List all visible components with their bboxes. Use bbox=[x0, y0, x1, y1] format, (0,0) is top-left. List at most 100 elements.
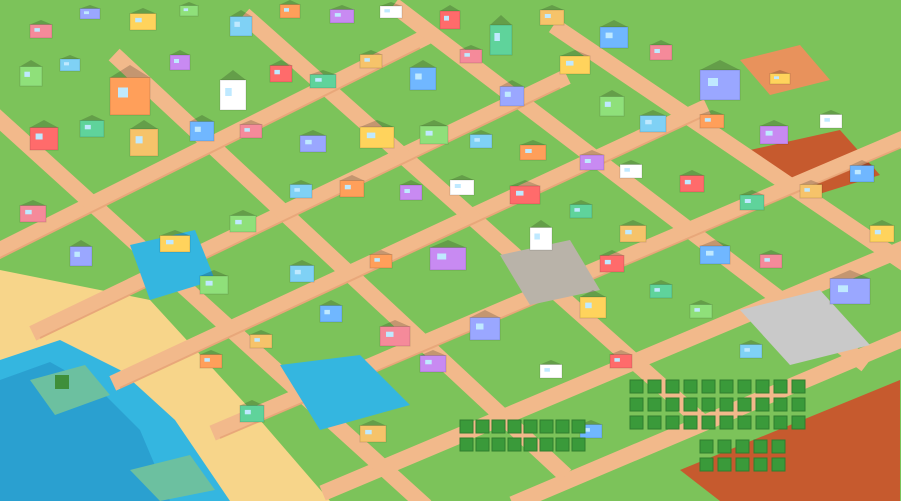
tree bbox=[773, 379, 788, 394]
building-body bbox=[169, 54, 191, 71]
tree bbox=[683, 415, 698, 430]
building-body bbox=[449, 179, 475, 196]
building-window bbox=[464, 53, 470, 57]
building-window bbox=[225, 88, 232, 96]
building-window bbox=[344, 184, 351, 190]
building-window bbox=[684, 179, 691, 185]
building-body bbox=[299, 135, 327, 153]
building-body bbox=[499, 86, 525, 107]
tree bbox=[475, 437, 490, 452]
tree bbox=[571, 419, 586, 434]
building-body bbox=[469, 317, 501, 341]
tree bbox=[523, 419, 538, 434]
building-window bbox=[294, 269, 301, 275]
tree bbox=[773, 397, 788, 412]
building-body bbox=[559, 55, 591, 75]
building-window bbox=[706, 250, 714, 256]
tree bbox=[771, 457, 786, 472]
tree bbox=[717, 439, 732, 454]
building-window bbox=[437, 253, 447, 260]
building-window bbox=[585, 302, 592, 309]
building-body bbox=[579, 154, 605, 171]
building-body bbox=[649, 284, 673, 299]
tree bbox=[791, 415, 806, 430]
game-viewport[interactable] bbox=[0, 0, 901, 501]
building-body bbox=[179, 5, 199, 17]
building-body bbox=[469, 134, 493, 149]
tree bbox=[735, 439, 750, 454]
tree bbox=[719, 379, 734, 394]
building-window bbox=[744, 199, 751, 203]
building-window bbox=[315, 78, 322, 82]
building-body bbox=[79, 120, 105, 138]
tree bbox=[737, 415, 752, 430]
building-body bbox=[739, 344, 763, 359]
building-body bbox=[459, 49, 483, 64]
city-map[interactable] bbox=[0, 0, 901, 501]
building-window bbox=[605, 32, 613, 39]
building-window bbox=[574, 208, 580, 212]
tree bbox=[629, 397, 644, 412]
building-window bbox=[425, 130, 433, 136]
tree bbox=[755, 379, 770, 394]
tree bbox=[683, 379, 698, 394]
building-body bbox=[269, 65, 293, 83]
building-window bbox=[534, 233, 540, 240]
building-window bbox=[604, 259, 611, 265]
building-window bbox=[804, 188, 810, 192]
building-window bbox=[415, 73, 422, 80]
building-body bbox=[769, 73, 791, 85]
building-body bbox=[359, 54, 383, 69]
building-window bbox=[254, 338, 260, 342]
building-body bbox=[599, 255, 625, 273]
building-body bbox=[219, 79, 247, 111]
building-window bbox=[838, 285, 848, 293]
building-window bbox=[614, 358, 620, 362]
building-body bbox=[489, 24, 513, 56]
tree bbox=[755, 415, 770, 430]
building-window bbox=[694, 308, 700, 312]
building-window bbox=[744, 348, 750, 352]
building-window bbox=[476, 323, 484, 330]
building-body bbox=[379, 5, 403, 19]
building-body bbox=[699, 114, 725, 129]
building-window bbox=[474, 138, 480, 142]
building-body bbox=[29, 24, 53, 39]
building-window bbox=[444, 15, 449, 21]
tree bbox=[719, 415, 734, 430]
building-body bbox=[399, 184, 423, 201]
building-body bbox=[689, 304, 713, 319]
building-body bbox=[29, 127, 59, 151]
tree bbox=[737, 397, 752, 412]
building-body bbox=[409, 67, 437, 91]
building-body bbox=[699, 69, 741, 101]
building-window bbox=[294, 188, 300, 192]
building-window bbox=[584, 159, 591, 163]
building-window bbox=[425, 359, 432, 365]
building-body bbox=[759, 254, 783, 269]
island-tree bbox=[55, 375, 69, 389]
building-window bbox=[624, 168, 630, 172]
building-window bbox=[35, 133, 43, 140]
building-body bbox=[19, 66, 43, 87]
tree bbox=[523, 437, 538, 452]
tree bbox=[683, 397, 698, 412]
building-body bbox=[159, 235, 191, 253]
building-window bbox=[135, 17, 142, 23]
building-body bbox=[849, 165, 875, 183]
tree bbox=[701, 415, 716, 430]
tree bbox=[701, 379, 716, 394]
building-window bbox=[34, 28, 40, 32]
tree bbox=[701, 397, 716, 412]
building-window bbox=[334, 13, 341, 17]
tree bbox=[555, 437, 570, 452]
building-body bbox=[759, 125, 789, 145]
building-body bbox=[199, 354, 223, 369]
building-body bbox=[739, 194, 765, 211]
tree bbox=[475, 419, 490, 434]
tree bbox=[699, 439, 714, 454]
building-body bbox=[819, 114, 843, 129]
building-window bbox=[324, 309, 330, 315]
building-window bbox=[386, 331, 394, 337]
tree bbox=[737, 379, 752, 394]
